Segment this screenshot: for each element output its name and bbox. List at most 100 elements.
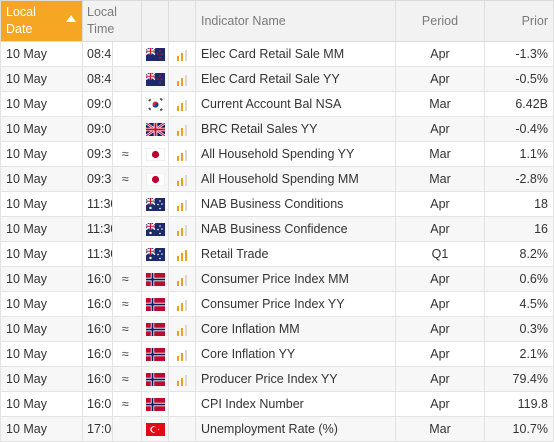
local-time-cell: 09:00 [82, 91, 113, 117]
indicator-name-cell[interactable]: Unemployment Rate (%) [195, 416, 396, 442]
table-row[interactable]: 10 May17:00 Unemployment Rate (%)Mar10.7% [0, 416, 554, 442]
indicator-name-cell[interactable]: NAB Business Confidence [195, 216, 396, 242]
prior-value-cell: 2.1% [484, 341, 554, 367]
south-korea-flag-icon [145, 97, 165, 112]
local-date-cell: 10 May [0, 66, 83, 92]
country-flag-cell [141, 41, 169, 67]
indicator-name-cell[interactable]: Consumer Price Index YY [195, 291, 396, 317]
table-row[interactable]: 10 May08:45 Elec Card Retail Sale YYApr-0… [0, 66, 554, 92]
country-flag-cell [141, 141, 169, 167]
country-flag-cell [141, 241, 169, 267]
local-date-cell: 10 May [0, 41, 83, 67]
period-header[interactable]: Period [395, 0, 485, 42]
economic-calendar-table: Local Date Local Time Indicator Name Per… [0, 0, 554, 442]
period-cell: Apr [395, 366, 485, 392]
period-cell: Apr [395, 66, 485, 92]
norway-flag-icon [145, 347, 165, 362]
turkey-flag-icon [145, 422, 165, 437]
indicator-name-cell[interactable]: Core Inflation YY [195, 341, 396, 367]
prior-value-cell: 8.2% [484, 241, 554, 267]
table-row[interactable]: 10 May09:30≈ All Household Spending MMMar… [0, 166, 554, 192]
country-flag-cell [141, 416, 169, 442]
importance-cell [168, 341, 196, 367]
importance-cell [168, 266, 196, 292]
period-cell: Apr [395, 191, 485, 217]
australia-flag-icon [145, 247, 165, 262]
country-flag-cell [141, 266, 169, 292]
local-time-cell: 16:00 [82, 341, 113, 367]
prior-value-cell: 79.4% [484, 366, 554, 392]
local-time-cell: 16:00 [82, 391, 113, 417]
country-flag-cell [141, 391, 169, 417]
approx-indicator: ≈ [111, 166, 142, 192]
indicator-name-header-label: Indicator Name [201, 13, 286, 28]
importance-cell [168, 241, 196, 267]
flag-header [141, 0, 169, 42]
prior-value-cell: -2.8% [484, 166, 554, 192]
prior-header[interactable]: Prior [484, 0, 554, 42]
table-row[interactable]: 10 May11:30 NAB Business ConfidenceApr16 [0, 216, 554, 242]
table-row[interactable]: 10 May16:00≈ CPI Index NumberApr119.8 [0, 391, 554, 417]
local-date-cell: 10 May [0, 91, 83, 117]
table-row[interactable]: 10 May16:00≈ Producer Price Index YYApr79… [0, 366, 554, 392]
period-cell: Apr [395, 291, 485, 317]
prior-value-cell: 18 [484, 191, 554, 217]
indicator-name-cell[interactable]: Consumer Price Index MM [195, 266, 396, 292]
norway-flag-icon [145, 272, 165, 287]
indicator-name-header[interactable]: Indicator Name [195, 0, 396, 42]
local-time-cell: 11:30 [82, 216, 113, 242]
japan-flag-icon [145, 147, 165, 162]
local-date-cell: 10 May [0, 266, 83, 292]
indicator-name-cell[interactable]: Producer Price Index YY [195, 366, 396, 392]
local-time-cell: 17:00 [82, 416, 113, 442]
approx-indicator: ≈ [111, 141, 142, 167]
importance-cell [168, 291, 196, 317]
table-row[interactable]: 10 May11:30 Retail TradeQ18.2% [0, 241, 554, 267]
importance-cell [168, 91, 196, 117]
importance-bars-icon [177, 97, 189, 112]
approx-indicator: ≈ [111, 366, 142, 392]
indicator-name-cell[interactable]: All Household Spending MM [195, 166, 396, 192]
table-row[interactable]: 10 May08:45 Elec Card Retail Sale MMApr-1… [0, 41, 554, 67]
importance-header [168, 0, 196, 42]
table-row[interactable]: 10 May16:00≈ Consumer Price Index MMApr0.… [0, 266, 554, 292]
local-time-cell: 11:30 [82, 241, 113, 267]
prior-value-cell: 6.42B [484, 91, 554, 117]
indicator-name-cell[interactable]: Core Inflation MM [195, 316, 396, 342]
indicator-name-cell[interactable]: NAB Business Conditions [195, 191, 396, 217]
norway-flag-icon [145, 322, 165, 337]
approx-indicator [111, 191, 142, 217]
period-cell: Mar [395, 141, 485, 167]
indicator-name-cell[interactable]: CPI Index Number [195, 391, 396, 417]
local-date-header[interactable]: Local Date [0, 0, 83, 42]
table-row[interactable]: 10 May16:00≈ Core Inflation MMApr0.3% [0, 316, 554, 342]
country-flag-cell [141, 366, 169, 392]
prior-header-label: Prior [521, 13, 548, 28]
approx-indicator [111, 416, 142, 442]
table-row[interactable]: 10 May09:01 BRC Retail Sales YYApr-0.4% [0, 116, 554, 142]
table-row[interactable]: 10 May09:30≈ All Household Spending YYMar… [0, 141, 554, 167]
table-row[interactable]: 10 May16:00≈ Consumer Price Index YYApr4.… [0, 291, 554, 317]
importance-cell [168, 366, 196, 392]
approx-indicator [111, 216, 142, 242]
local-date-cell: 10 May [0, 141, 83, 167]
table-row[interactable]: 10 May16:00≈ Core Inflation YYApr2.1% [0, 341, 554, 367]
approx-indicator [111, 116, 142, 142]
local-time-cell: 16:00 [82, 291, 113, 317]
header-row: Local Date Local Time Indicator Name Per… [0, 0, 554, 42]
indicator-name-cell[interactable]: Elec Card Retail Sale MM [195, 41, 396, 67]
indicator-name-cell[interactable]: Current Account Bal NSA [195, 91, 396, 117]
table-row[interactable]: 10 May09:00 Current Account Bal NSAMar6.4… [0, 91, 554, 117]
period-cell: Apr [395, 41, 485, 67]
indicator-name-cell[interactable]: Retail Trade [195, 241, 396, 267]
indicator-name-cell[interactable]: BRC Retail Sales YY [195, 116, 396, 142]
period-cell: Apr [395, 116, 485, 142]
country-flag-cell [141, 116, 169, 142]
period-cell: Apr [395, 341, 485, 367]
table-row[interactable]: 10 May11:30 NAB Business ConditionsApr18 [0, 191, 554, 217]
indicator-name-cell[interactable]: Elec Card Retail Sale YY [195, 66, 396, 92]
local-time-header[interactable]: Local Time [82, 0, 142, 42]
period-cell: Apr [395, 216, 485, 242]
indicator-name-cell[interactable]: All Household Spending YY [195, 141, 396, 167]
local-time-cell: 08:45 [82, 41, 113, 67]
